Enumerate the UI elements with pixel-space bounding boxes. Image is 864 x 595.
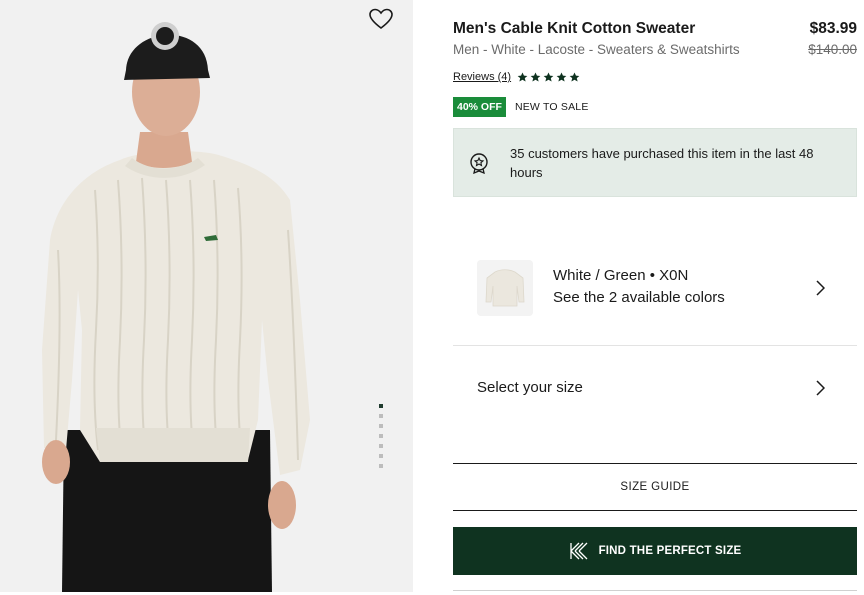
product-header: Men's Cable Knit Cotton Sweater $83.99 M…: [453, 20, 857, 60]
size-selector[interactable]: Select your size: [453, 346, 857, 432]
size-selector-label: Select your size: [477, 379, 583, 396]
product-image-gallery[interactable]: [0, 0, 413, 592]
gallery-dot[interactable]: [379, 434, 383, 438]
star-icon: [556, 72, 567, 82]
chevron-right-icon: [816, 280, 825, 296]
gallery-dot[interactable]: [379, 464, 383, 468]
product-subtitle: Men - White - Lacoste - Sweaters & Sweat…: [453, 42, 740, 57]
gallery-dot[interactable]: [379, 414, 383, 418]
award-badge-icon: [470, 153, 488, 174]
sale-tag: NEW TO SALE: [514, 101, 589, 113]
wishlist-heart-icon[interactable]: [368, 7, 394, 31]
original-price: $140.00: [808, 42, 857, 57]
gallery-dot[interactable]: [379, 404, 383, 408]
find-perfect-size-button[interactable]: FIND THE PERFECT SIZE: [453, 527, 857, 575]
gallery-dot[interactable]: [379, 454, 383, 458]
star-icon: [517, 72, 528, 82]
reviews-row: Reviews (4): [453, 70, 582, 84]
chevron-right-icon: [816, 380, 825, 396]
star-icon: [543, 72, 554, 82]
gallery-pagination[interactable]: [378, 404, 384, 474]
current-price: $83.99: [809, 20, 857, 37]
selected-color: White / Green • X0N: [553, 267, 689, 284]
fit-finder-icon: [569, 542, 588, 560]
gallery-dot[interactable]: [379, 424, 383, 428]
product-photo: [0, 0, 413, 592]
gallery-dot[interactable]: [379, 444, 383, 448]
find-perfect-size-label: FIND THE PERFECT SIZE: [598, 545, 742, 557]
notice-text: 35 customers have purchased this item in…: [510, 146, 814, 180]
color-thumbnail: [477, 260, 533, 316]
purchase-notice: 35 customers have purchased this item in…: [453, 128, 857, 197]
available-colors-link[interactable]: See the 2 available colors: [553, 289, 725, 306]
discount-badge: 40% OFF: [453, 97, 506, 117]
reviews-link[interactable]: Reviews (4): [453, 71, 511, 83]
product-title: Men's Cable Knit Cotton Sweater: [453, 20, 696, 37]
divider: [453, 590, 857, 591]
size-guide-button[interactable]: SIZE GUIDE: [453, 463, 857, 511]
star-icon: [569, 72, 580, 82]
badges-row: 40% OFF NEW TO SALE: [453, 97, 589, 117]
color-selector[interactable]: White / Green • X0N See the 2 available …: [453, 232, 857, 346]
star-icon: [530, 72, 541, 82]
